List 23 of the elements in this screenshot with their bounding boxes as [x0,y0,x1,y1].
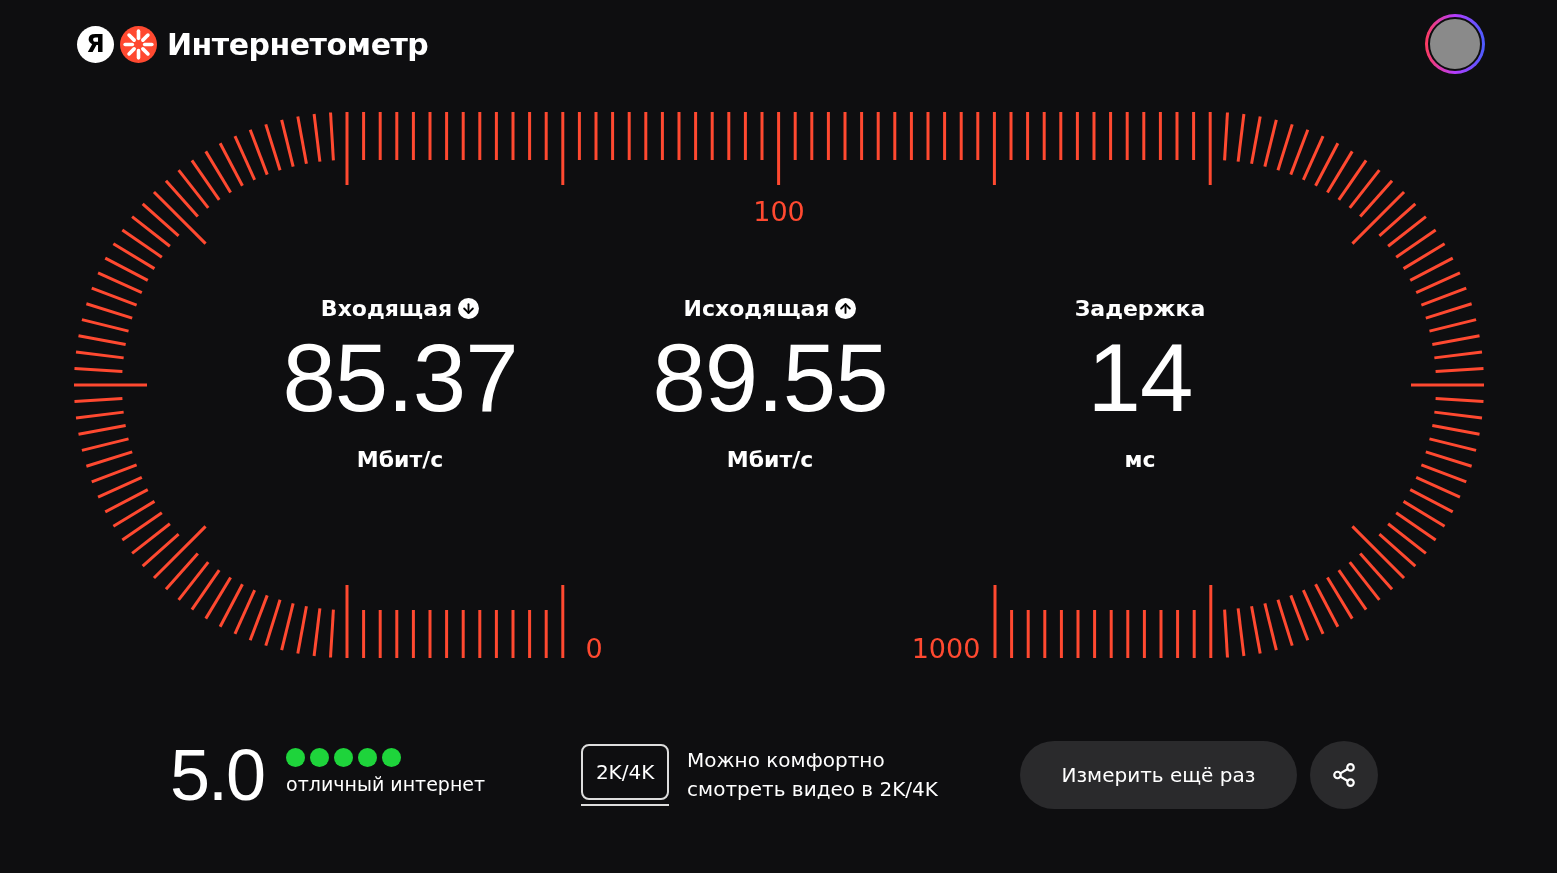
metric-unit: мс [1124,447,1156,472]
scale-label: 1000 [911,633,981,664]
scale-label: 100 [753,196,805,227]
metric-value: 14 [1087,323,1193,433]
arrow-down-icon [458,297,480,319]
quality-description: Можно комфортно смотреть видео в 2K/4K [687,747,938,803]
metric-value: 89.55 [652,323,888,433]
metric-value: 85.37 [282,323,518,433]
metric-label: Задержка [1074,295,1206,321]
scale-label: 0 [585,633,603,664]
metric-label: Исходящая [683,295,830,321]
metric-label: Входящая [320,295,453,321]
rating-caption: отличный интернет [286,772,486,795]
metric-unit: Мбит/с [356,447,444,472]
retest-button[interactable]: Измерить ещё раз [1019,741,1297,809]
app-title: Интернетометр [167,26,429,62]
sparkle-logo-icon [120,25,157,63]
metric-unit: Мбит/с [726,447,814,472]
user-avatar[interactable] [1425,14,1485,74]
rating-score: 5.0 [170,740,265,810]
arrow-up-icon [835,297,857,319]
yandex-logo[interactable]: Я [77,25,114,63]
share-icon [1330,762,1357,788]
